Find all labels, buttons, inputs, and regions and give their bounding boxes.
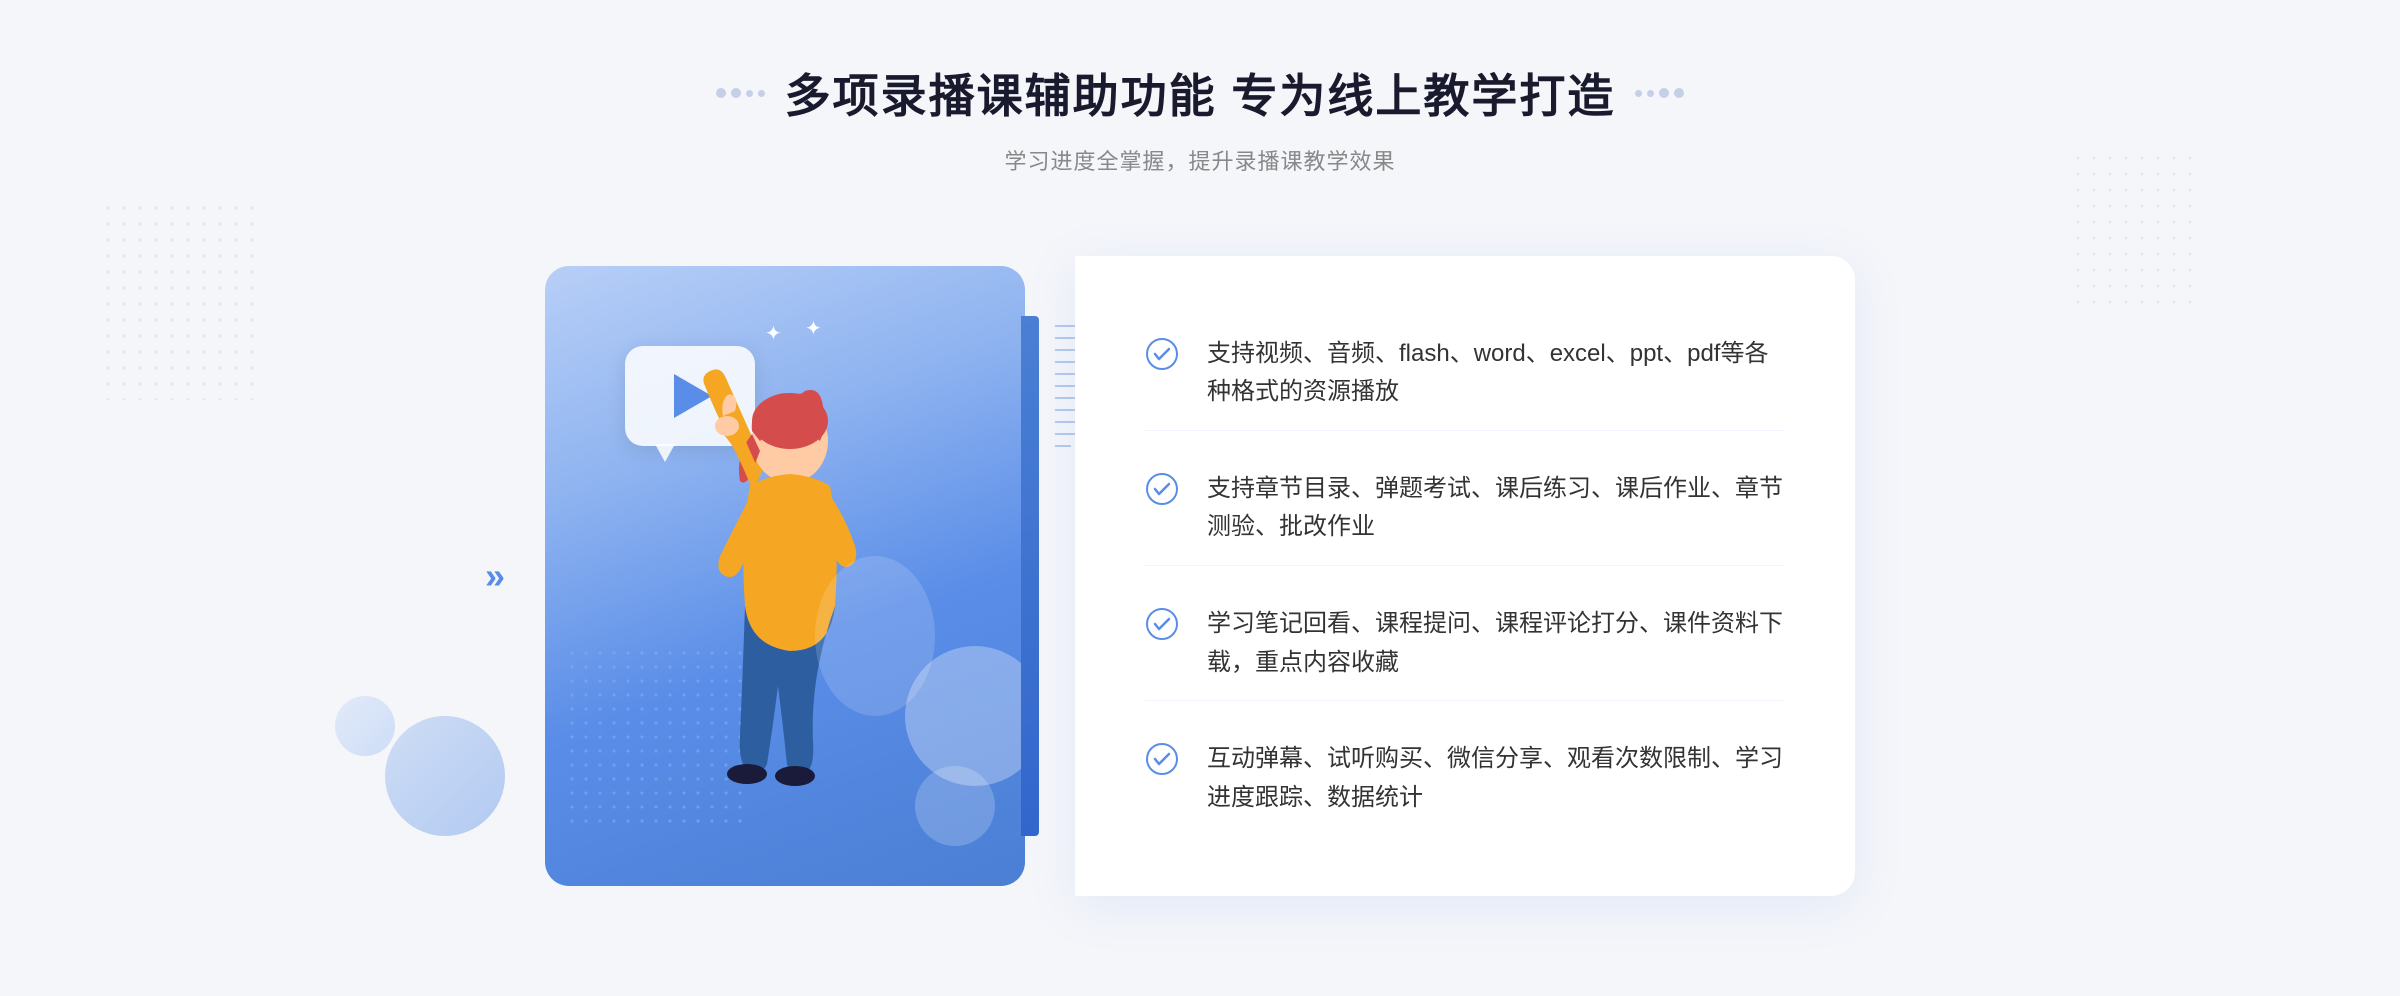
feature-text-1: 支持视频、音频、flash、word、excel、ppt、pdf等各种格式的资源… [1207, 335, 1785, 412]
features-panel: 支持视频、音频、flash、word、excel、ppt、pdf等各种格式的资源… [1075, 256, 1855, 896]
check-circle-icon-1 [1145, 337, 1179, 371]
header-title-row: 多项录播课辅助功能 专为线上教学打造 [716, 60, 1685, 126]
title-decoration-left [716, 88, 765, 98]
left-arrow-icon: » [485, 555, 505, 597]
dot-6 [1647, 90, 1654, 97]
title-decoration-right [1635, 88, 1684, 98]
feature-item-4: 互动弹幕、试听购买、微信分享、观看次数限制、学习进度跟踪、数据统计 [1145, 722, 1785, 835]
main-title: 多项录播课辅助功能 专为线上教学打造 [785, 60, 1616, 126]
page-wrapper: 多项录播课辅助功能 专为线上教学打造 学习进度全掌握，提升录播课教学效果 » [0, 0, 2400, 996]
bg-dots-left [100, 200, 260, 400]
dot-7 [1659, 88, 1669, 98]
outer-circle-2 [335, 696, 395, 756]
bg-dots-right [2070, 150, 2200, 310]
feature-text-3: 学习笔记回看、课程提问、课程评论打分、课件资料下载，重点内容收藏 [1207, 605, 1785, 682]
feature-item-1: 支持视频、音频、flash、word、excel、ppt、pdf等各种格式的资源… [1145, 317, 1785, 431]
outer-circle-1 [385, 716, 505, 836]
check-circle-icon-2 [1145, 472, 1179, 506]
feature-item-2: 支持章节目录、弹题考试、课后练习、课后作业、章节测验、批改作业 [1145, 452, 1785, 566]
dot-8 [1674, 88, 1684, 98]
header-section: 多项录播课辅助功能 专为线上教学打造 学习进度全掌握，提升录播课教学效果 [716, 60, 1685, 176]
check-circle-icon-3 [1145, 607, 1179, 641]
character-figure [635, 286, 975, 886]
sub-title: 学习进度全掌握，提升录播课教学效果 [716, 144, 1685, 176]
dot-4 [758, 90, 765, 97]
blue-accent-bar [1021, 316, 1039, 836]
dot-3 [746, 90, 753, 97]
illustration-bg: ✦ ✦ [545, 266, 1025, 886]
content-area: » ✦ ✦ [500, 236, 1900, 916]
feature-item-3: 学习笔记回看、课程提问、课程评论打分、课件资料下载，重点内容收藏 [1145, 587, 1785, 701]
dot-2 [731, 88, 741, 98]
check-circle-icon-4 [1145, 742, 1179, 776]
feature-text-4: 互动弹幕、试听购买、微信分享、观看次数限制、学习进度跟踪、数据统计 [1207, 740, 1785, 817]
dot-5 [1635, 90, 1642, 97]
feature-text-2: 支持章节目录、弹题考试、课后练习、课后作业、章节测验、批改作业 [1207, 470, 1785, 547]
dot-1 [716, 88, 726, 98]
illustration-area: » ✦ ✦ [545, 236, 1105, 916]
